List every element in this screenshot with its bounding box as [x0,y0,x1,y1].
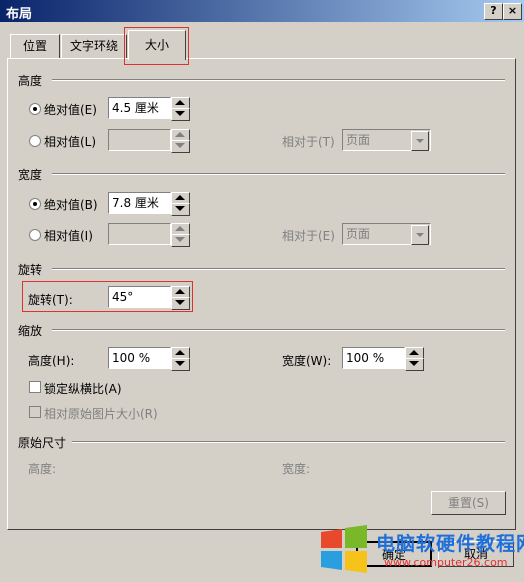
width-relative-input[interactable] [108,223,171,245]
separator [52,268,505,270]
width-group-title: 宽度 [18,168,43,182]
original-group-title: 原始尺寸 [18,436,67,450]
width-relative-label: 相对值(I) [44,229,93,243]
tab-text-wrap[interactable]: 文字环绕 [61,34,127,59]
watermark-url: www.computer26.com [384,556,508,569]
chevron-down-icon [411,131,429,151]
separator [52,173,505,175]
lock-aspect-label: 锁定纵横比(A) [44,382,122,396]
help-button[interactable]: ? [484,3,503,20]
separator [72,441,505,443]
height-relative-input[interactable] [108,129,171,151]
height-relative-spinner[interactable] [171,129,190,153]
tab-highlight [124,27,189,65]
window-title: 布局 [6,7,33,22]
tab-position[interactable]: 位置 [10,34,60,59]
height-relative-label: 相对值(L) [44,135,97,149]
width-absolute-input[interactable]: 7.8 厘米 [108,192,171,214]
width-relative-to-label: 相对于(E) [282,229,335,243]
height-relative-to-select[interactable]: 页面 [342,129,431,151]
close-button[interactable]: × [503,3,522,20]
relative-original-checkbox[interactable] [29,406,41,418]
width-relative-to-select[interactable]: 页面 [342,223,431,245]
rotate-group-title: 旋转 [18,263,43,277]
windows-logo-icon [319,524,369,574]
lock-aspect-checkbox[interactable] [29,381,41,393]
rotate-spinner[interactable] [171,286,190,310]
separator [52,79,505,81]
width-absolute-spinner[interactable] [171,192,190,216]
relative-original-label: 相对原始图片大小(R) [44,407,158,421]
scale-height-spinner[interactable] [171,347,190,371]
rotate-label: 旋转(T): [28,293,73,307]
reset-button[interactable]: 重置(S) [431,491,506,515]
height-relative-to-label: 相对于(T) [282,135,335,149]
width-relative-spinner[interactable] [171,223,190,247]
height-group-title: 高度 [18,74,43,88]
watermark-text: 电脑软硬件教程网 [376,533,524,555]
scale-width-input[interactable]: 100 % [342,347,405,369]
width-absolute-radio[interactable] [29,198,41,210]
height-absolute-radio[interactable] [29,103,41,115]
width-relative-radio[interactable] [29,229,41,241]
width-absolute-label: 绝对值(B) [44,198,98,212]
height-relative-radio[interactable] [29,135,41,147]
scale-width-spinner[interactable] [405,347,424,371]
width-relative-to-value: 页面 [346,227,371,241]
scale-width-label: 宽度(W): [282,354,332,368]
separator [52,329,505,331]
chevron-down-icon [411,225,429,245]
scale-group-title: 缩放 [18,324,43,338]
height-absolute-spinner[interactable] [171,97,190,121]
original-width-label: 宽度: [282,462,311,476]
height-absolute-label: 绝对值(E) [44,103,97,117]
title-bar: 布局 ? × [0,0,524,22]
scale-height-label: 高度(H): [28,354,75,368]
height-relative-to-value: 页面 [346,133,371,147]
original-height-label: 高度: [28,462,57,476]
rotate-input[interactable]: 45° [108,286,171,308]
height-absolute-input[interactable]: 4.5 厘米 [108,97,171,119]
scale-height-input[interactable]: 100 % [108,347,171,369]
